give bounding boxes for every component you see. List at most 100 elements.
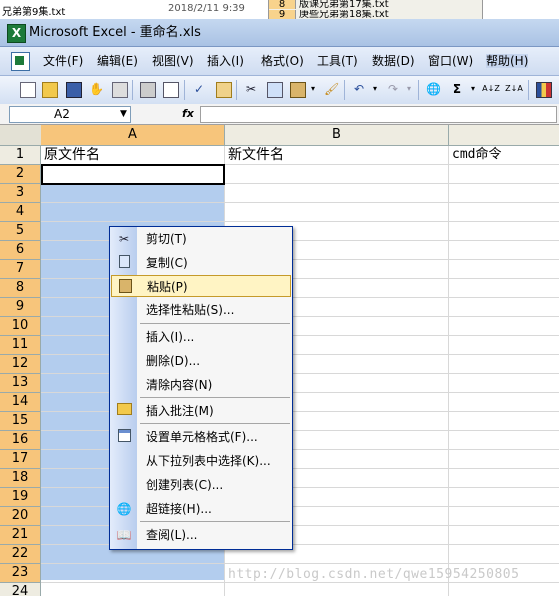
row-header-16[interactable]: 16 xyxy=(0,431,41,450)
cut-icon[interactable]: ✂ xyxy=(244,82,258,96)
column-header-a[interactable]: A xyxy=(41,125,225,145)
ctx-cut[interactable]: ✂ 剪切(T) xyxy=(110,228,292,250)
row-header-11[interactable]: 11 xyxy=(0,336,41,355)
paste-icon[interactable] xyxy=(290,82,306,98)
format-painter-icon[interactable]: 🖌 xyxy=(324,82,339,96)
ctx-paste[interactable]: 粘贴(P) xyxy=(111,275,291,297)
undo-icon[interactable]: ↶ xyxy=(352,82,366,96)
row-header-12[interactable]: 12 xyxy=(0,355,41,374)
row-header-15[interactable]: 15 xyxy=(0,412,41,431)
column-header-c[interactable] xyxy=(449,125,559,145)
row-header-5[interactable]: 5 xyxy=(0,222,41,241)
ctx-create-list[interactable]: 创建列表(C)... xyxy=(110,474,292,496)
active-cell-a2[interactable] xyxy=(41,164,225,185)
background-file-name: 兄弟第9集.txt xyxy=(2,7,66,18)
print-preview-icon[interactable] xyxy=(163,82,179,98)
open-icon[interactable] xyxy=(42,82,58,98)
row-header-18[interactable]: 18 xyxy=(0,469,41,488)
insert-function-icon[interactable]: fx xyxy=(182,107,194,121)
hyperlink-icon: 🌐 xyxy=(116,502,132,516)
sort-ascending-icon[interactable]: A↓Z xyxy=(482,82,500,96)
row-header-19[interactable]: 19 xyxy=(0,488,41,507)
new-icon[interactable] xyxy=(20,82,36,98)
menu-data[interactable]: 数据(D) xyxy=(372,54,415,68)
spelling-icon[interactable]: ✓ xyxy=(192,82,206,96)
research-icon[interactable] xyxy=(216,82,232,98)
row-header-20[interactable]: 20 xyxy=(0,507,41,526)
hyperlink-icon[interactable]: 🌐 xyxy=(426,82,441,96)
background-panel: 8 版课兄弟第17集.txt 9 庚些兄弟第18集.txt xyxy=(268,0,483,19)
row-header-13[interactable]: 13 xyxy=(0,374,41,393)
formula-input[interactable] xyxy=(200,106,557,123)
ctx-format-cells[interactable]: 设置单元格格式(F)... xyxy=(110,426,292,448)
row-header-3[interactable]: 3 xyxy=(0,184,41,203)
autosum-icon[interactable]: Σ xyxy=(450,82,464,96)
save-icon[interactable] xyxy=(66,82,82,98)
ctx-delete[interactable]: 删除(D)... xyxy=(110,350,292,372)
clipboard-icon xyxy=(117,279,133,295)
name-box[interactable] xyxy=(9,106,131,123)
ctx-insert-comment[interactable]: 插入批注(M) xyxy=(110,400,292,422)
row-header-9[interactable]: 9 xyxy=(0,298,41,317)
menu-edit[interactable]: 编辑(E) xyxy=(97,54,138,68)
format-cells-icon xyxy=(116,429,132,445)
column-header-b[interactable]: B xyxy=(225,125,449,145)
select-all-corner[interactable] xyxy=(0,125,42,145)
permission-icon[interactable]: ✋ xyxy=(89,82,104,96)
menu-tools[interactable]: 工具(T) xyxy=(317,54,358,68)
undo-dropdown-icon[interactable]: ▾ xyxy=(368,82,382,96)
row-header-1[interactable]: 1 xyxy=(0,146,41,165)
window-title: Microsoft Excel - 重命名.xls xyxy=(29,25,201,40)
row-header-17[interactable]: 17 xyxy=(0,450,41,469)
research-icon: 📖 xyxy=(116,528,132,542)
name-box-value: A2 xyxy=(54,107,70,121)
workbook-icon[interactable] xyxy=(11,52,30,71)
background-file-date: 2018/2/11 9:39 xyxy=(168,3,245,14)
menu-insert[interactable]: 插入(I) xyxy=(207,54,244,68)
cell-a1[interactable]: 原文件名 xyxy=(44,146,100,164)
redo-icon[interactable]: ↷ xyxy=(386,82,400,96)
row-header-7[interactable]: 7 xyxy=(0,260,41,279)
excel-logo-icon: X xyxy=(7,24,26,43)
background-panel-row: 8 版课兄弟第17集.txt xyxy=(269,0,482,9)
ctx-hyperlink[interactable]: 🌐 超链接(H)... xyxy=(110,498,292,520)
ctx-insert[interactable]: 插入(I)... xyxy=(110,326,292,348)
name-box-dropdown-icon[interactable]: ▼ xyxy=(120,107,127,121)
watermark-text: http://blog.csdn.net/qwe15954250805 xyxy=(228,567,520,582)
cell-c1[interactable]: cmd命令 xyxy=(452,146,501,164)
autosum-dropdown-icon[interactable]: ▾ xyxy=(466,82,480,96)
chart-wizard-icon[interactable] xyxy=(536,82,552,98)
paste-dropdown-icon[interactable]: ▾ xyxy=(306,82,320,96)
menu-view[interactable]: 视图(V) xyxy=(152,54,194,68)
ctx-clear-contents[interactable]: 清除内容(N) xyxy=(110,374,292,396)
copy-icon[interactable] xyxy=(267,82,283,98)
ctx-copy[interactable]: 复制(C) xyxy=(110,252,292,274)
sort-descending-icon[interactable]: Z↓A xyxy=(505,82,523,96)
menu-file[interactable]: 文件(F) xyxy=(43,54,83,68)
row-header-24[interactable]: 24 xyxy=(0,583,41,596)
row-header-21[interactable]: 21 xyxy=(0,526,41,545)
row-header-10[interactable]: 10 xyxy=(0,317,41,336)
row-header-2[interactable]: 2 xyxy=(0,165,41,184)
redo-dropdown-icon[interactable]: ▾ xyxy=(402,82,416,96)
row-header-8[interactable]: 8 xyxy=(0,279,41,298)
menu-format[interactable]: 格式(O) xyxy=(261,54,304,68)
copy-icon xyxy=(116,255,132,271)
print-icon[interactable] xyxy=(140,82,156,98)
folder-comment-icon xyxy=(116,403,132,419)
ctx-pick-from-list[interactable]: 从下拉列表中选择(K)... xyxy=(110,450,292,472)
background-panel-row: 9 庚些兄弟第18集.txt xyxy=(269,10,482,19)
row-header-4[interactable]: 4 xyxy=(0,203,41,222)
context-menu: ✂ 剪切(T) 复制(C) 粘贴(P) 选择性粘贴(S)... 插入(I)...… xyxy=(109,226,293,550)
cell-b1[interactable]: 新文件名 xyxy=(228,146,284,164)
email-icon[interactable] xyxy=(112,82,128,98)
row-header-6[interactable]: 6 xyxy=(0,241,41,260)
scissors-icon: ✂ xyxy=(118,232,130,246)
ctx-paste-special[interactable]: 选择性粘贴(S)... xyxy=(110,299,292,321)
ctx-research[interactable]: 📖 查阅(L)... xyxy=(110,524,292,546)
menu-window[interactable]: 窗口(W) xyxy=(428,54,473,68)
row-header-22[interactable]: 22 xyxy=(0,545,41,564)
menu-help[interactable]: 帮助(H) xyxy=(486,54,529,68)
row-header-14[interactable]: 14 xyxy=(0,393,41,412)
row-header-23[interactable]: 23 xyxy=(0,564,41,583)
